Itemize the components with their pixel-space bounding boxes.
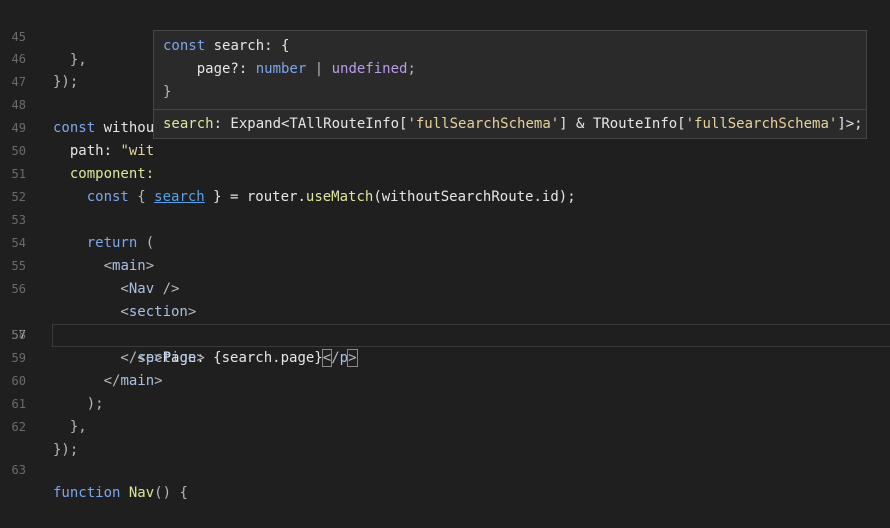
punctuation: }	[163, 84, 172, 100]
code-line[interactable]: 54 <main>	[0, 209, 890, 274]
code-text: ]>;	[837, 116, 863, 132]
code-line[interactable]: 62 });	[0, 393, 890, 458]
function-name: Nav	[120, 485, 155, 501]
code-text: },	[53, 419, 87, 435]
keyword: const	[163, 38, 206, 54]
code-line[interactable]: 53 return (	[0, 186, 890, 251]
code-line[interactable]: 58 </section>	[0, 301, 890, 366]
code-line[interactable]: 55 <Nav />	[0, 232, 890, 297]
hover-tooltip[interactable]: const search: { page?: number | undefine…	[153, 30, 867, 139]
identifier: search	[163, 116, 214, 132]
punctuation: |	[306, 61, 332, 77]
tooltip-line: page?: number | undefined;	[163, 58, 416, 81]
string: 'fullSearchSchema'	[685, 116, 838, 132]
tooltip-line: }	[163, 81, 171, 104]
code-line[interactable]: 52	[0, 163, 890, 204]
punctuation: ;	[407, 61, 416, 77]
tooltip-signature: search: Expand<TAllRouteInfo['fullSearch…	[163, 113, 863, 136]
type-name: number	[255, 61, 307, 77]
type-name: undefined	[331, 61, 408, 77]
code-editor[interactable]: 45 }, 46 }); 47 48 const without 49 path…	[0, 0, 890, 501]
code-line[interactable]: 51 const { search } = router.useMatch(wi…	[0, 140, 890, 205]
code-line[interactable]: 60 );	[0, 347, 890, 412]
punctuation: () {	[154, 485, 188, 501]
tooltip-line: const search: {	[163, 35, 289, 58]
tooltip-divider	[154, 109, 866, 110]
code-text: ] & TRouteInfo[	[559, 116, 686, 132]
code-line[interactable]: 63 function Nav() {	[0, 436, 890, 501]
code-line[interactable]: 59 </main>	[0, 324, 890, 389]
string: 'fullSearchSchema'	[407, 116, 560, 132]
current-code-line[interactable]: 57 <p>Page: {search.page}</p>	[0, 278, 890, 367]
code-line[interactable]: 61 },	[0, 370, 890, 435]
code-line[interactable]: 56 <section>	[0, 255, 890, 320]
code-line[interactable]: 45 },	[0, 3, 890, 68]
line-number: 63	[11, 463, 26, 477]
code-text: search: {	[205, 38, 290, 54]
keyword: function	[53, 485, 121, 501]
property: page?:	[163, 61, 256, 77]
code-text: : Expand<TAllRouteInfo[	[213, 116, 408, 132]
